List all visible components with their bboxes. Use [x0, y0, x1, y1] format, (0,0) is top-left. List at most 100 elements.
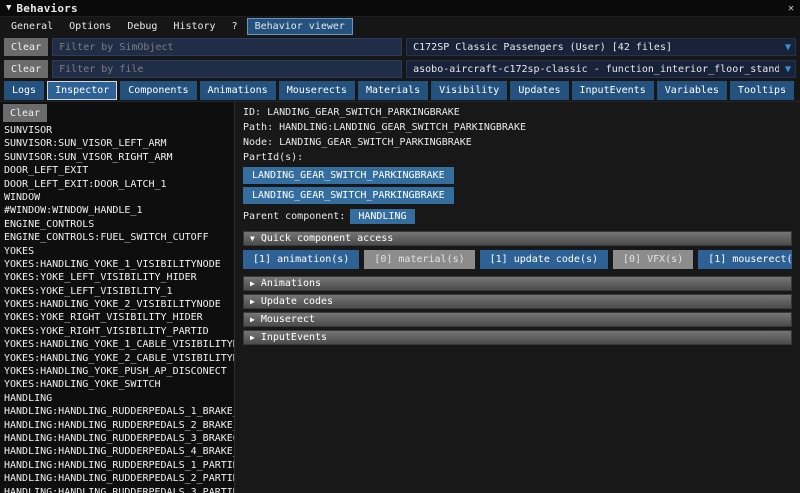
collapsed-section-header[interactable]: ▶ InputEvents	[243, 330, 792, 345]
list-item[interactable]: YOKES	[0, 245, 234, 258]
dropdown-arrow-icon: ▼	[784, 63, 791, 75]
id-value: LANDING_GEAR_SWITCH_PARKINGBRAKE	[267, 107, 460, 118]
clear-list-button[interactable]: Clear	[3, 104, 48, 122]
collapsed-sections: ▶ Animations ▶ Update codes ▶ Mouserect …	[243, 276, 792, 345]
partid-button[interactable]: LANDING_GEAR_SWITCH_PARKINGBRAKE	[243, 167, 454, 184]
list-toolbar: Clear	[0, 102, 234, 124]
section-title: Mouserect	[260, 313, 316, 325]
file-dropdown-value: asobo-aircraft-c172sp-classic - function…	[413, 63, 779, 75]
partids-line: PartId(s):	[243, 152, 792, 163]
tab[interactable]: Tooltips	[729, 81, 795, 100]
simobject-filter-row: Clear C172SP Classic Passengers (User) […	[0, 36, 800, 58]
tab[interactable]: Inspector	[47, 81, 118, 100]
section-quick-component-access[interactable]: ▼ Quick component access	[243, 231, 792, 246]
menu-item[interactable]: Behavior viewer	[246, 18, 353, 35]
quick-access-button[interactable]: [0] material(s)	[364, 250, 475, 269]
list-item[interactable]: YOKES:HANDLING_YOKE_1_VISIBILITYNODE	[0, 258, 234, 271]
list-item[interactable]: DOOR_LEFT_EXIT:DOOR_LATCH_1	[0, 178, 234, 191]
dropdown-arrow-icon: ▼	[784, 41, 791, 53]
clear-simobject-filter-button[interactable]: Clear	[4, 38, 49, 56]
collapsed-icon: ▶	[250, 296, 255, 306]
tab[interactable]: Updates	[510, 81, 569, 100]
list-item[interactable]: HANDLING:HANDLING_RUDDERPEDALS_2_BRAKE_P…	[0, 419, 234, 432]
list-item[interactable]: YOKES:HANDLING_YOKE_PUSH_AP_DISCONECT	[0, 365, 234, 378]
node-value: LANDING_GEAR_SWITCH_PARKINGBRAKE	[279, 137, 472, 148]
list-item[interactable]: YOKES:YOKE_LEFT_VISIBILITY_HIDER	[0, 271, 234, 284]
tab[interactable]: Logs	[4, 81, 45, 100]
tab[interactable]: Visibility	[431, 81, 508, 100]
clear-file-filter-button[interactable]: Clear	[4, 60, 49, 78]
collapsed-icon: ▶	[250, 314, 255, 324]
partids-label: PartId(s):	[243, 152, 304, 163]
list-item[interactable]: YOKES:YOKE_RIGHT_VISIBILITY_HIDER	[0, 311, 234, 324]
tab[interactable]: Components	[120, 81, 197, 100]
list-item[interactable]: SUNVISOR:SUN_VISOR_RIGHT_ARM	[0, 151, 234, 164]
parent-component-button[interactable]: HANDLING	[350, 209, 415, 224]
quick-access-button[interactable]: [0] VFX(s)	[613, 250, 694, 269]
section-title: Update codes	[260, 295, 334, 307]
quick-access-button[interactable]: [1] animation(s)	[243, 250, 360, 269]
list-item[interactable]: DOOR_LEFT_EXIT	[0, 164, 234, 177]
path-value: HANDLING:LANDING_GEAR_SWITCH_PARKINGBRAK…	[279, 122, 526, 133]
list-item[interactable]: SUNVISOR	[0, 124, 234, 137]
file-filter-input[interactable]	[52, 60, 403, 78]
list-item[interactable]: WINDOW	[0, 191, 234, 204]
list-item[interactable]: HANDLING:HANDLING_RUDDERPEDALS_1_BRAKE_P…	[0, 405, 234, 418]
list-item[interactable]: YOKES:HANDLING_YOKE_2_CABLE_VISIBILITYNO…	[0, 352, 234, 365]
behavior-list-panel: Clear SUNVISOR SUNVISOR:SUN_VISOR_LEFT_AR…	[0, 102, 235, 493]
quick-access-buttons: [1] animation(s) [0] material(s) [1] updat…	[243, 250, 792, 269]
node-line: Node: LANDING_GEAR_SWITCH_PARKINGBRAKE	[243, 137, 792, 148]
close-icon[interactable]: ✕	[788, 3, 794, 14]
list-item[interactable]: HANDLING:HANDLING_RUDDERPEDALS_3_PARTID	[0, 486, 234, 493]
section-title: InputEvents	[260, 331, 328, 343]
parent-component-label: Parent component:	[243, 211, 346, 222]
title-bar: ▼ Behaviors ✕	[0, 0, 800, 17]
path-line: Path: HANDLING:LANDING_GEAR_SWITCH_PARKI…	[243, 122, 792, 133]
section-title: Animations	[260, 277, 322, 289]
list-item[interactable]: YOKES:YOKE_LEFT_VISIBILITY_1	[0, 285, 234, 298]
expanded-icon: ▼	[250, 233, 255, 243]
collapsed-section-header[interactable]: ▶ Update codes	[243, 294, 792, 309]
menu-item[interactable]: ?	[225, 19, 245, 34]
id-label: ID:	[243, 107, 262, 118]
list-item[interactable]: HANDLING	[0, 392, 234, 405]
collapsed-section-header[interactable]: ▶ Mouserect	[243, 312, 792, 327]
id-line: ID: LANDING_GEAR_SWITCH_PARKINGBRAKE	[243, 107, 792, 118]
file-dropdown[interactable]: asobo-aircraft-c172sp-classic - function…	[406, 60, 796, 78]
collapsed-icon: ▶	[250, 278, 255, 288]
list-item[interactable]: HANDLING:HANDLING_RUDDERPEDALS_3_BRAKE00…	[0, 432, 234, 445]
list-item[interactable]: ENGINE_CONTROLS:FUEL_SWITCH_CUTOFF	[0, 231, 234, 244]
content-area: Clear SUNVISOR SUNVISOR:SUN_VISOR_LEFT_AR…	[0, 101, 800, 493]
quick-access-button[interactable]: [1] update code(s)	[479, 250, 609, 269]
list-item[interactable]: HANDLING:HANDLING_RUDDERPEDALS_4_BRAKE_P…	[0, 445, 234, 458]
list-item[interactable]: YOKES:HANDLING_YOKE_2_VISIBILITYNODE	[0, 298, 234, 311]
tab[interactable]: Variables	[656, 81, 727, 100]
simobject-filter-input[interactable]	[52, 38, 403, 56]
list-item[interactable]: #WINDOW:WINDOW_HANDLE_1	[0, 204, 234, 217]
quick-access-button[interactable]: [1] mouserect(s)	[698, 250, 792, 269]
list-item[interactable]: ENGINE_CONTROLS	[0, 218, 234, 231]
list-item[interactable]: HANDLING:HANDLING_RUDDERPEDALS_1_PARTID	[0, 459, 234, 472]
behavior-list: SUNVISOR SUNVISOR:SUN_VISOR_LEFT_ARM SUNVI…	[0, 124, 234, 493]
tab-bar: Logs Inspector Components Animations Mousere…	[0, 80, 800, 101]
collapsed-icon: ▶	[250, 332, 255, 342]
partid-button[interactable]: LANDING_GEAR_SWITCH_PARKINGBRAKE	[243, 187, 454, 204]
tab[interactable]: Animations	[199, 81, 276, 100]
list-item[interactable]: YOKES:HANDLING_YOKE_1_CABLE_VISIBILITYNO…	[0, 338, 234, 351]
tab[interactable]: Mouserects	[278, 81, 355, 100]
file-filter-row: Clear asobo-aircraft-c172sp-classic - fu…	[0, 58, 800, 80]
menu-item[interactable]: History	[166, 19, 222, 34]
tab[interactable]: Materials	[357, 81, 429, 100]
list-item[interactable]: HANDLING:HANDLING_RUDDERPEDALS_2_PARTID	[0, 472, 234, 485]
menu-item[interactable]: General	[4, 19, 60, 34]
parent-component-line: Parent component: HANDLING	[243, 209, 792, 224]
simobject-dropdown[interactable]: C172SP Classic Passengers (User) [42 fil…	[406, 38, 796, 56]
list-item[interactable]: YOKES:HANDLING_YOKE_SWITCH	[0, 378, 234, 391]
tab[interactable]: InputEvents	[571, 81, 654, 100]
collapsed-section-header[interactable]: ▶ Animations	[243, 276, 792, 291]
list-item[interactable]: SUNVISOR:SUN_VISOR_LEFT_ARM	[0, 137, 234, 150]
menu-item[interactable]: Debug	[120, 19, 164, 34]
list-item[interactable]: YOKES:YOKE_RIGHT_VISIBILITY_PARTID	[0, 325, 234, 338]
menu-item[interactable]: Options	[62, 19, 118, 34]
collapse-window-icon[interactable]: ▼	[6, 3, 11, 13]
